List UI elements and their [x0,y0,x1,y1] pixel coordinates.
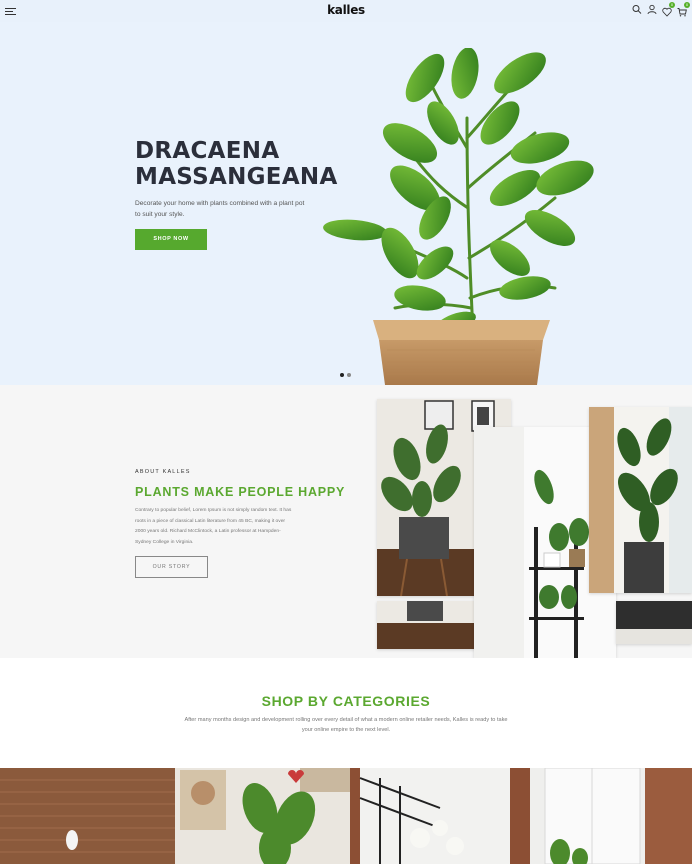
search-icon[interactable] [632,4,642,15]
category-images-strip[interactable] [0,768,692,864]
hero-banner: DRACAENA MASSANGEANA Decorate your home … [0,0,692,385]
wishlist-count-badge: 0 [669,2,675,8]
cart-count-badge: 0 [684,2,690,8]
hero-title-line-2: MASSANGEANA [135,164,338,190]
room-photo-floor-right [616,601,692,644]
potted-plant-image [323,48,594,385]
site-logo[interactable]: kalles [0,3,692,17]
account-icon[interactable] [647,4,657,15]
categories-section: SHOP BY CATEGORIES After many months des… [0,658,692,768]
about-title: PLANTS MAKE PEOPLE HAPPY [135,485,346,499]
about-kicker: ABOUT KALLES [135,469,191,475]
slider-dots [340,373,351,377]
categories-description: After many months design and development… [184,717,508,733]
shop-now-button[interactable]: SHOP NOW [135,229,207,250]
hero-title-line-1: DRACAENA [135,138,280,164]
about-text: Contrary to popular belief, Lorem Ipsum … [135,508,292,546]
heart-icon [662,7,672,17]
wishlist-button[interactable]: 0 [662,2,675,17]
hero-description: Decorate your home with plants combined … [135,200,305,218]
header-actions: 0 0 [632,2,690,17]
about-section: ABOUT KALLES PLANTS MAKE PEOPLE HAPPY Co… [0,385,692,658]
slider-dot-1[interactable] [340,373,344,377]
room-photo-window-plant [589,407,692,593]
our-story-button[interactable]: OUR STORY [135,556,208,578]
slider-dot-2[interactable] [347,373,351,377]
site-header: kalles 0 0 [0,0,692,22]
categories-title: SHOP BY CATEGORIES [261,693,431,709]
cart-button[interactable]: 0 [677,2,690,17]
cart-icon [677,8,687,17]
